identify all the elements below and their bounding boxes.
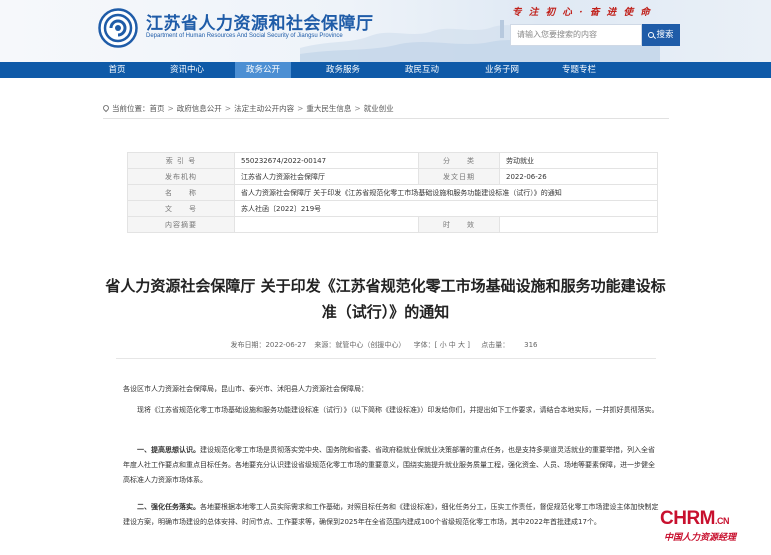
article-info-bar: 发布日期：2022-06-27 来源：就管中心（创援中心） 字体：[ 小 中 大… [100, 340, 671, 350]
header-slogan: 专 注 初 心 · 奋 进 使 命 [512, 7, 652, 18]
article-paragraph-1: 一、提高思想认识。建设规范化零工市场是贯彻落实党中央、国务院和省委、省政府稳就业… [123, 443, 659, 488]
watermark-logo-text: CHRM [660, 508, 716, 529]
nav-item-subsites[interactable]: 业务子网 [474, 62, 530, 78]
article-info-divider [116, 358, 656, 359]
meta-label-name: 名 称 [127, 184, 235, 201]
breadcrumb: 当前位置：首页 > 政府信息公开 > 法定主动公开内容 > 重大民生信息 > 就业创业 [101, 103, 394, 114]
breadcrumb-divider [103, 118, 669, 119]
document-metadata-table: 索 引 号 550232674/2022-00147 分 类 劳动就业 发布机构… [127, 152, 658, 233]
breadcrumb-separator: > [354, 104, 361, 113]
breadcrumb-item-livelihood[interactable]: 重大民生信息 [306, 104, 351, 113]
breadcrumb-separator: > [297, 104, 304, 113]
search-button-label: 搜索 [656, 30, 674, 40]
department-logo-icon[interactable] [98, 8, 138, 48]
meta-label-agency: 发布机构 [127, 168, 235, 185]
meta-value-category: 劳动就业 [499, 152, 658, 169]
meta-label-index: 索 引 号 [127, 152, 235, 169]
breadcrumb-separator: > [167, 104, 174, 113]
nav-item-home[interactable]: 首页 [96, 62, 138, 78]
breadcrumb-item-gov-info[interactable]: 政府信息公开 [177, 104, 222, 113]
table-row: 索 引 号 550232674/2022-00147 分 类 劳动就业 [127, 152, 658, 169]
meta-label-summary: 内容摘要 [127, 216, 235, 233]
watermark-domain: .CN [715, 516, 730, 526]
location-pin-icon [101, 103, 111, 113]
site-header: 江苏省人力资源和社会保障厅 Department of Human Resour… [0, 0, 771, 62]
search-button[interactable]: 搜索 [642, 24, 680, 46]
site-subtitle: Department of Human Resources And Social… [146, 33, 343, 39]
chrm-watermark-text: 中国人力资源经理 [664, 533, 737, 543]
breadcrumb-item-statutory[interactable]: 法定主动公开内容 [234, 104, 294, 113]
article-source: 来源：就管中心（创援中心） [314, 341, 406, 349]
paragraph-1-heading: 一、提高思想认识。 [137, 446, 200, 454]
paragraph-2-heading: 二、强化任务落实。 [137, 503, 200, 511]
breadcrumb-item-home[interactable]: 首页 [150, 104, 165, 113]
table-row: 内容摘要 时 效 [127, 216, 658, 233]
meta-label-doc-no: 文 号 [127, 200, 235, 217]
article-title: 省人力资源社会保障厅 关于印发《江苏省规范化零工市场基础设施和服务功能建设标准（… [105, 277, 666, 321]
meta-label-date: 发文日期 [418, 168, 500, 185]
paragraph-2-body: 各地要根据本地零工人员实际需求和工作基础，对照目标任务和《建设标准》，细化任务分… [123, 503, 659, 526]
publish-date: 发布日期：2022-06-27 [230, 341, 307, 349]
view-count-value: 316 [524, 341, 538, 349]
table-row: 发布机构 江苏省人力资源社会保障厅 发文日期 2022-06-26 [127, 168, 658, 185]
chrm-watermark-logo: CHRM.CN [660, 508, 730, 530]
table-row: 名 称 省人力资源社会保障厅 关于印发《江苏省规范化零工市场基础设施和服务功能建… [127, 184, 658, 201]
meta-value-validity [499, 216, 658, 233]
search-icon [648, 31, 655, 38]
article-intro-paragraph: 现将《江苏省规范化零工市场基础设施和服务功能建设标准（试行）》（以下简称《建设标… [137, 406, 659, 414]
breadcrumb-item-employment[interactable]: 就业创业 [364, 104, 394, 113]
article-paragraph-2: 二、强化任务落实。各地要根据本地零工人员实际需求和工作基础，对照目标任务和《建设… [123, 500, 659, 530]
meta-value-index: 550232674/2022-00147 [234, 152, 419, 169]
table-row: 文 号 苏人社函〔2022〕219号 [127, 200, 658, 217]
meta-value-name: 省人力资源社会保障厅 关于印发《江苏省规范化零工市场基础设施和服务功能建设标准（… [234, 184, 658, 201]
site-title[interactable]: 江苏省人力资源和社会保障厅 [146, 9, 374, 34]
nav-item-gov-info[interactable]: 政务公开 [235, 62, 291, 78]
nav-item-services[interactable]: 政务服务 [315, 62, 371, 78]
nav-item-interaction[interactable]: 政民互动 [394, 62, 450, 78]
font-size-control[interactable]: 字体：[ 小 中 大 ] [414, 341, 470, 349]
view-count-label: 点击量： [481, 341, 510, 349]
meta-label-validity: 时 效 [418, 216, 500, 233]
meta-label-category: 分 类 [418, 152, 500, 169]
paragraph-1-body: 建设规范化零工市场是贯彻落实党中央、国务院和省委、省政府稳就业保就业决策部署的重… [123, 446, 655, 484]
main-nav: 首页 资讯中心 政务公开 政务服务 政民互动 业务子网 专题专栏 [0, 62, 771, 78]
breadcrumb-separator: > [224, 104, 232, 113]
meta-value-doc-no: 苏人社函〔2022〕219号 [234, 200, 658, 217]
meta-value-summary [234, 216, 419, 233]
view-count: 点击量： 316 [478, 341, 540, 349]
meta-value-agency: 江苏省人力资源社会保障厅 [234, 168, 419, 185]
search-input[interactable]: 请输入您要搜索的内容 [510, 24, 642, 46]
meta-value-date: 2022-06-26 [499, 168, 658, 185]
search-placeholder: 请输入您要搜索的内容 [517, 30, 597, 39]
nav-item-news[interactable]: 资讯中心 [159, 62, 215, 78]
nav-item-topics[interactable]: 专题专栏 [551, 62, 607, 78]
breadcrumb-prefix: 当前位置： [112, 104, 150, 113]
article-salutation: 各设区市人力资源社会保障局，昆山市、泰兴市、沭阳县人力资源社会保障局： [123, 385, 368, 393]
